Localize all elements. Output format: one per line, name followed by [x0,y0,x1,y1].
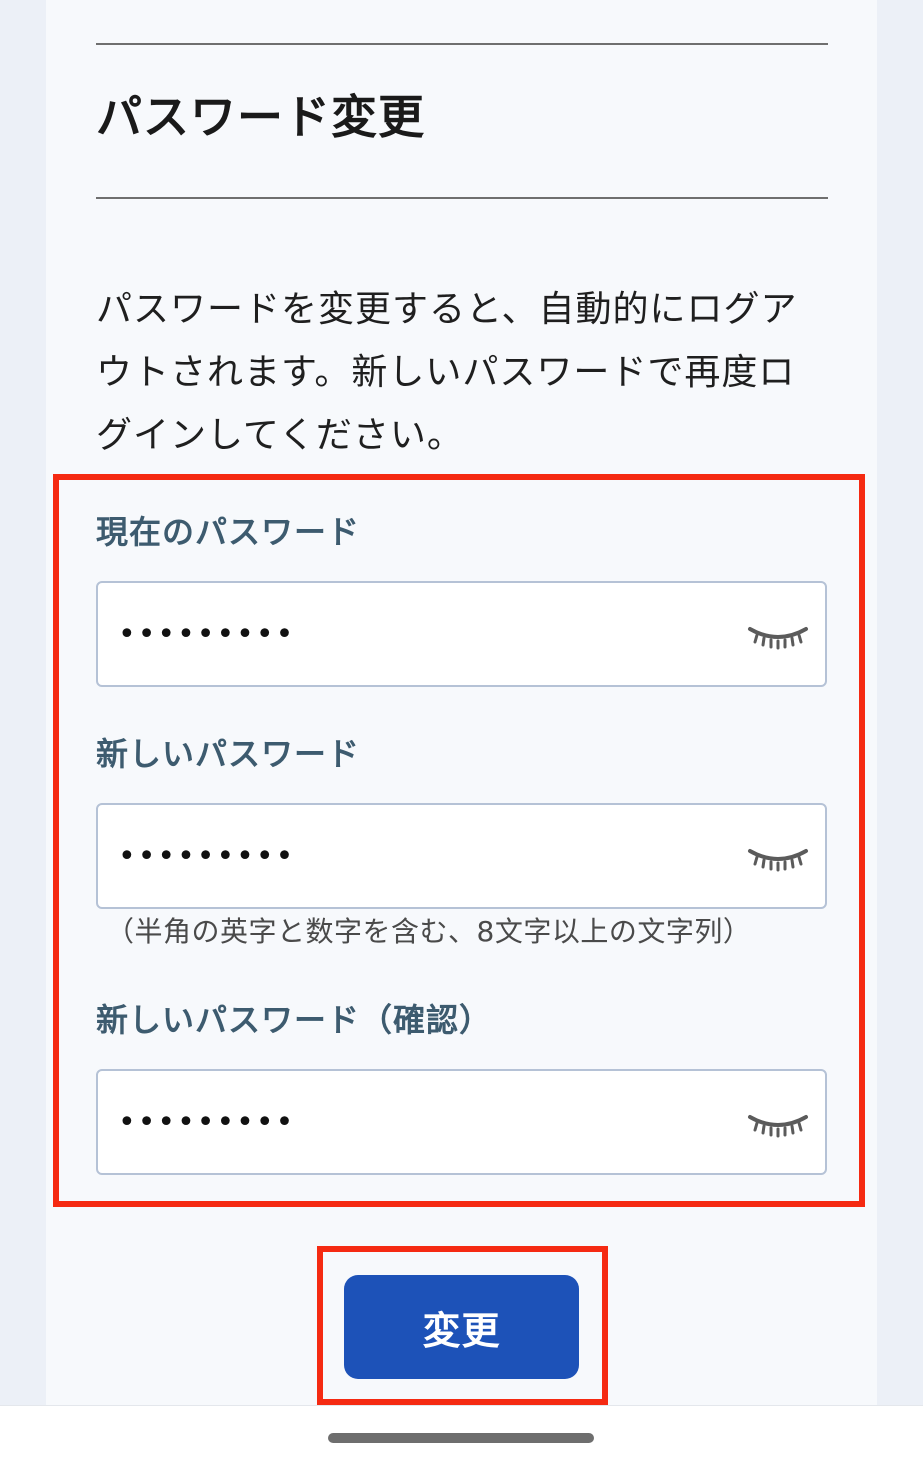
bottom-bar [0,1405,923,1463]
new-password-hint: （半角の英字と数字を含む、8文字以上の文字列） [106,915,752,948]
new-password-input[interactable] [118,805,718,907]
change-password-button[interactable]: 変更 [344,1275,579,1379]
confirm-password-input[interactable] [118,1071,718,1173]
current-password-field [96,581,827,687]
page-description: パスワードを変更すると、自動的にログアウトされます。新しいパスワードで再度ログイ… [96,289,798,456]
page-title: パスワード変更 [96,90,425,144]
eye-closed-icon[interactable] [747,845,809,875]
title-divider-bottom [96,197,828,199]
confirm-password-label: 新しいパスワード（確認） [96,1001,493,1039]
content-card [46,0,877,1405]
eye-closed-icon[interactable] [747,623,809,653]
confirm-password-field [96,1069,827,1175]
title-divider-top [96,43,828,45]
home-indicator[interactable] [328,1433,594,1443]
eye-closed-icon[interactable] [747,1111,809,1141]
new-password-label: 新しいパスワード [96,735,361,773]
current-password-label: 現在のパスワード [96,513,361,551]
current-password-input[interactable] [118,583,718,685]
new-password-field [96,803,827,909]
